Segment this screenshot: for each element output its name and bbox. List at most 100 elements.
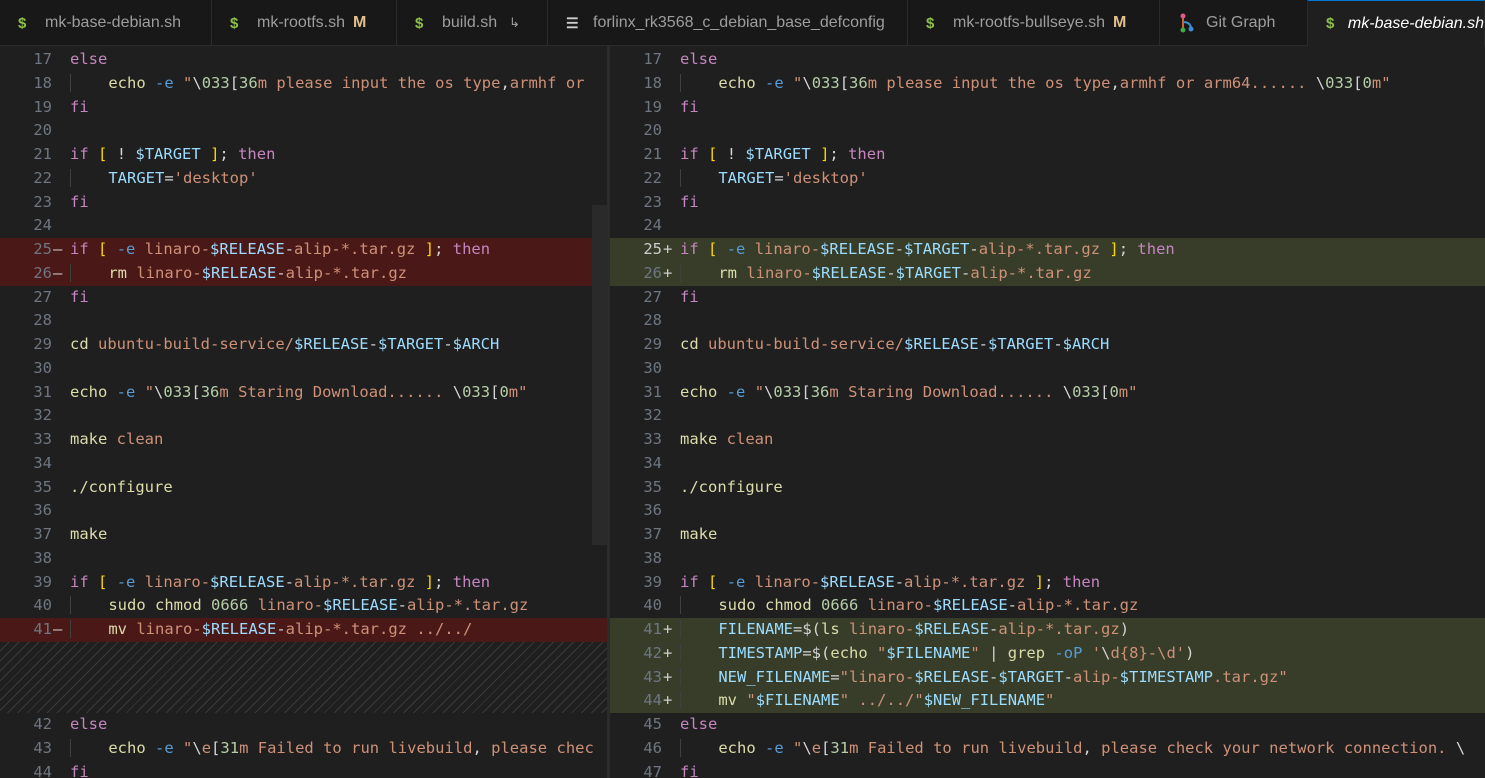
right-line-34[interactable]: 34 <box>610 452 1485 476</box>
line-number: 31 <box>33 382 52 401</box>
line-number: 23 <box>643 192 662 211</box>
line-number: 37 <box>33 525 52 543</box>
left-scrollbar-thumb[interactable] <box>592 205 607 545</box>
left-line-30[interactable]: 30 <box>0 357 607 381</box>
right-line-33[interactable]: 33 make clean <box>610 428 1485 452</box>
left-line-28[interactable]: 28 <box>0 309 607 333</box>
left-line-22[interactable]: 22 TARGET='desktop' <box>0 167 607 191</box>
code-text: else <box>680 50 718 68</box>
left-line-38[interactable]: 38 <box>0 547 607 571</box>
right-line-36[interactable]: 36 <box>610 499 1485 523</box>
right-line-18[interactable]: 18 echo -e "\033[36m please input the os… <box>610 72 1485 96</box>
code-text: fi <box>680 97 699 116</box>
code-text: make clean <box>70 430 164 448</box>
diff-filler-block <box>0 641 607 713</box>
code-text: if [ -e linaro-$RELEASE-alip-*.tar.gz ];… <box>70 572 491 591</box>
right-line-37[interactable]: 37 make <box>610 523 1485 547</box>
left-line-41[interactable]: 41— mv linaro-$RELEASE-alip-*.tar.gz ../… <box>0 618 607 642</box>
dollar-icon: $ <box>926 14 935 32</box>
right-line-35[interactable]: 35 ./configure <box>610 476 1485 500</box>
left-line-17[interactable]: 17 else <box>0 48 607 72</box>
line-number: 21 <box>33 145 52 163</box>
dollar-icon: $ <box>18 14 27 32</box>
added-line-marker: + <box>663 263 673 282</box>
left-line-21[interactable]: 21 if [ ! $TARGET ]; then <box>0 143 607 167</box>
left-line-44[interactable]: 44 fi <box>0 761 607 778</box>
line-number: 24 <box>643 216 662 235</box>
code-text: fi <box>70 762 89 778</box>
code-text: rm linaro-$RELEASE-alip-*.tar.gz <box>70 262 407 286</box>
tab-5[interactable]: Git Graph <box>1160 0 1308 46</box>
tab-1[interactable]: $ mk-rootfs.sh M <box>212 0 397 46</box>
right-line-23[interactable]: 23 fi <box>610 191 1485 215</box>
line-number: 38 <box>643 548 662 567</box>
tab-6[interactable]: $ mk-base-debian.sh <box>1308 0 1485 46</box>
tab-3[interactable]: ☰ forlinx_rk3568_c_debian_base_defconfig <box>548 0 908 46</box>
left-line-31[interactable]: 31 echo -e "\033[36m Staring Download....… <box>0 381 607 405</box>
tab-4[interactable]: $ mk-rootfs-bullseye.sh M <box>908 0 1160 46</box>
right-line-29[interactable]: 29 cd ubuntu-build-service/$RELEASE-$TARG… <box>610 333 1485 357</box>
left-line-19[interactable]: 19 fi <box>0 96 607 120</box>
tab-label: build.sh <box>442 14 498 31</box>
left-line-39[interactable]: 39 if [ -e linaro-$RELEASE-alip-*.tar.gz … <box>0 571 607 595</box>
right-line-21[interactable]: 21 if [ ! $TARGET ]; then <box>610 143 1485 167</box>
left-line-36[interactable]: 36 <box>0 499 607 523</box>
left-line-23[interactable]: 23 fi <box>0 191 607 215</box>
modified-badge: M <box>353 14 367 31</box>
right-line-39[interactable]: 39 if [ -e linaro-$RELEASE-alip-*.tar.gz … <box>610 571 1485 595</box>
line-number: 26 <box>643 263 662 282</box>
right-line-27[interactable]: 27 fi <box>610 286 1485 310</box>
code-text: rm linaro-$RELEASE-$TARGET-alip-*.tar.gz <box>680 262 1092 286</box>
left-line-32[interactable]: 32 <box>0 404 607 428</box>
line-number: 20 <box>643 121 662 140</box>
left-line-43[interactable]: 43 echo -e "\e[31m Failed to run livebui… <box>0 737 607 761</box>
right-line-38[interactable]: 38 <box>610 547 1485 571</box>
right-line-28[interactable]: 28 <box>610 309 1485 333</box>
right-line-42[interactable]: 42 + TIMESTAMP=$(echo "$FILENAME" | grep … <box>610 641 1485 666</box>
right-line-31[interactable]: 31 echo -e "\033[36m Staring Download....… <box>610 381 1485 405</box>
right-line-30[interactable]: 30 <box>610 357 1485 381</box>
line-number: 45 <box>643 715 662 733</box>
right-line-41[interactable]: 41 + FILENAME=$(ls linaro-$RELEASE-alip-*… <box>610 618 1485 642</box>
right-line-17[interactable]: 17 else <box>610 48 1485 72</box>
line-number: 41 <box>33 620 52 638</box>
left-line-26[interactable]: 26— rm linaro-$RELEASE-alip-*.tar.gz <box>0 261 607 286</box>
right-line-45[interactable]: 45 else <box>610 713 1485 737</box>
left-line-25[interactable]: 25— if [ -e linaro-$RELEASE-alip-*.tar.gz… <box>0 238 607 262</box>
code-text: mv linaro-$RELEASE-alip-*.tar.gz ../../ <box>70 618 472 642</box>
diff-original-pane[interactable]: 17 else 18 echo -e "\033[36m please input … <box>0 48 607 778</box>
left-line-20[interactable]: 20 <box>0 119 607 143</box>
left-line-34[interactable]: 34 <box>0 452 607 476</box>
diff-modified-pane[interactable]: 17 else 18 echo -e "\033[36m please input … <box>610 48 1485 778</box>
left-line-18[interactable]: 18 echo -e "\033[36m please input the os… <box>0 72 607 96</box>
modified-badge: M <box>1113 14 1127 31</box>
code-text: fi <box>70 192 89 211</box>
added-line-marker: + <box>663 667 673 686</box>
right-line-46[interactable]: 46 echo -e "\e[31m Failed to run livebui… <box>610 737 1485 761</box>
right-line-19[interactable]: 19 fi <box>610 96 1485 120</box>
left-line-40[interactable]: 40 sudo chmod 0666 linaro-$RELEASE-alip-… <box>0 594 607 618</box>
right-line-26[interactable]: 26 + rm linaro-$RELEASE-$TARGET-alip-*.ta… <box>610 261 1485 286</box>
line-number: 28 <box>33 311 52 330</box>
right-line-22[interactable]: 22 TARGET='desktop' <box>610 167 1485 191</box>
right-line-44[interactable]: 44 + mv "$FILENAME" ../../"$NEW_FILENAME" <box>610 689 1485 713</box>
code-text: mv "$FILENAME" ../../"$NEW_FILENAME" <box>680 689 1054 713</box>
right-line-20[interactable]: 20 <box>610 119 1485 143</box>
left-line-29[interactable]: 29 cd ubuntu-build-service/$RELEASE-$TARG… <box>0 333 607 357</box>
right-line-47[interactable]: 47 fi <box>610 761 1485 778</box>
tab-0[interactable]: $ mk-base-debian.sh <box>0 0 212 46</box>
left-line-33[interactable]: 33 make clean <box>0 428 607 452</box>
right-line-40[interactable]: 40 sudo chmod 0666 linaro-$RELEASE-alip-… <box>610 594 1485 618</box>
left-line-42[interactable]: 42 else <box>0 713 607 737</box>
right-line-43[interactable]: 43 + NEW_FILENAME="linaro-$RELEASE-$TARGE… <box>610 665 1485 690</box>
tab-2[interactable]: $ build.sh ↳ <box>397 0 548 46</box>
right-line-32[interactable]: 32 <box>610 404 1485 428</box>
right-line-24[interactable]: 24 <box>610 214 1485 238</box>
code-text: TARGET='desktop' <box>70 167 258 191</box>
right-line-25[interactable]: 25 + if [ -e linaro-$RELEASE-$TARGET-alip-… <box>610 238 1485 262</box>
left-line-37[interactable]: 37 make <box>0 523 607 547</box>
left-line-35[interactable]: 35 ./configure <box>0 476 607 500</box>
left-line-27[interactable]: 27 fi <box>0 286 607 310</box>
added-line-marker: + <box>663 240 673 258</box>
left-line-24[interactable]: 24 <box>0 214 607 238</box>
